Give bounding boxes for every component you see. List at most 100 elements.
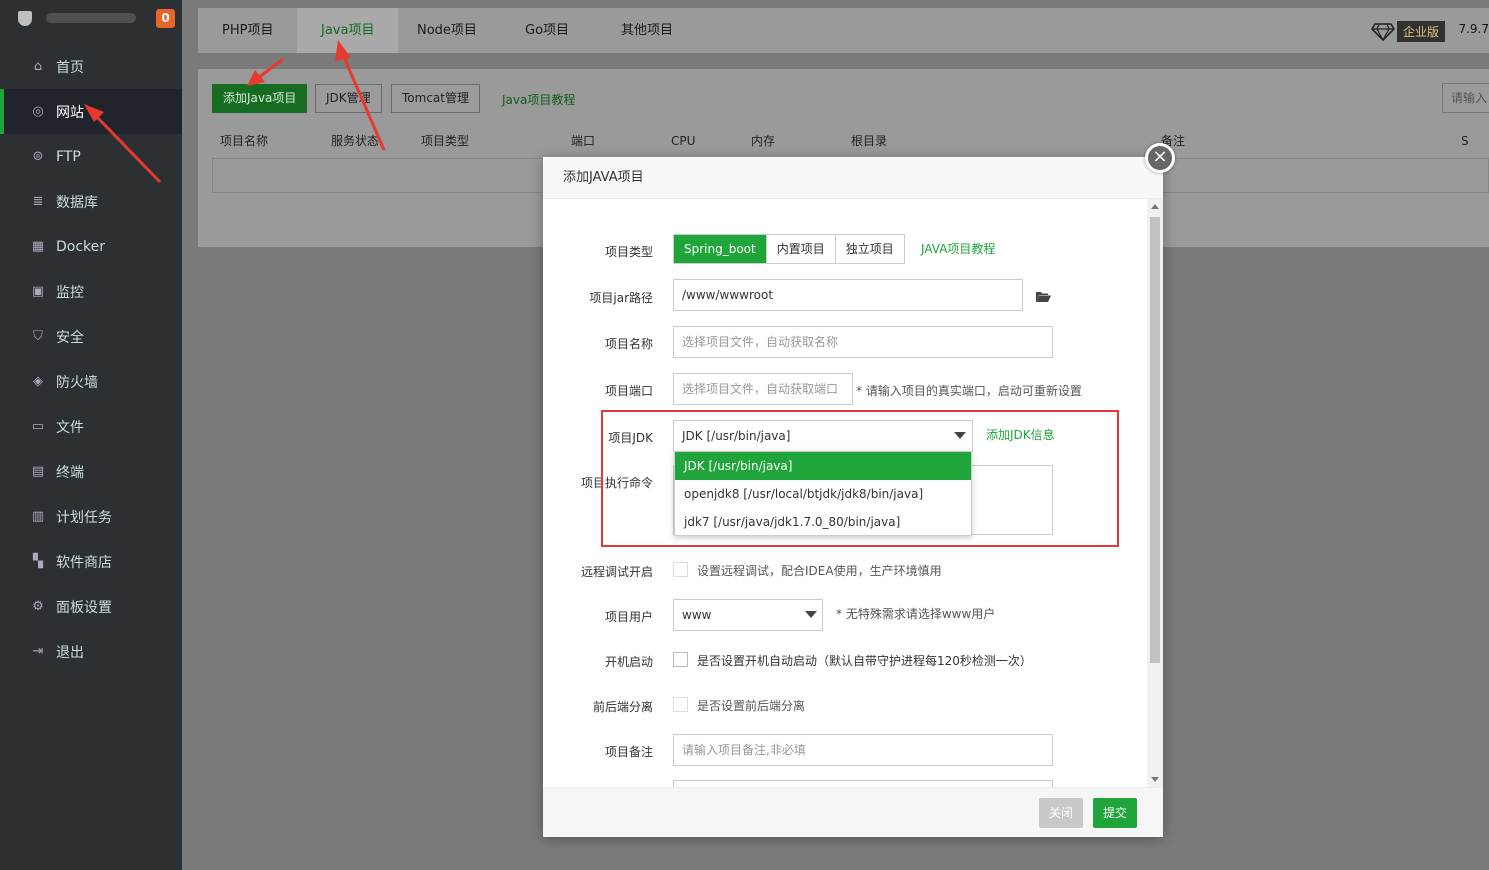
col-status[interactable]: 服务状态 (331, 124, 421, 159)
jar-path-input[interactable]: /www/wwwroot (673, 279, 1023, 311)
scroll-up-icon[interactable] (1151, 204, 1159, 209)
shield-check-icon: ⛉ (33, 329, 43, 344)
sidebar-item-security[interactable]: ⛉ 安全 (0, 314, 182, 359)
autostart-checkbox[interactable] (673, 652, 688, 667)
separate-checkbox[interactable] (673, 697, 688, 712)
folder-open-icon[interactable] (1036, 291, 1051, 302)
port-hint: * 请输入项目的真实端口，启动可重新设置 (856, 384, 1082, 398)
col-s: S (1461, 124, 1489, 159)
firewall-icon: ◈ (33, 374, 43, 389)
server-brand: 0 (0, 0, 182, 36)
sidebar-item-ftp[interactable]: ⊜ FTP (0, 134, 182, 179)
autostart-hint: 是否设置开机自动启动（默认自带守护进程每120秒检测一次） (697, 654, 1032, 668)
add-jdk-link[interactable]: 添加JDK信息 (986, 426, 1055, 443)
separate-hint: 是否设置前后端分离 (697, 699, 806, 713)
sidebar-item-terminal[interactable]: ▤ 终端 (0, 449, 182, 494)
close-icon[interactable]: × (1145, 143, 1175, 173)
folder-icon: ▭ (31, 419, 45, 434)
edition-label: 企业版 (1396, 21, 1445, 42)
server-ip-blurred (46, 13, 136, 23)
type-builtin[interactable]: 内置项目 (766, 235, 836, 263)
col-port: 端口 (571, 124, 671, 159)
chevron-down-icon[interactable] (954, 432, 966, 439)
chevron-down-icon[interactable] (805, 611, 817, 618)
remote-debug-hint: 设置远程调试，配合IDEA使用，生产环境慎用 (697, 564, 942, 578)
project-name-label: 项目名称 (604, 337, 653, 351)
apps-icon: ▚ (33, 554, 43, 569)
scroll-down-icon[interactable] (1151, 777, 1159, 782)
tab-node[interactable]: Node项目 (393, 8, 501, 53)
remote-debug-label: 远程调试开启 (580, 565, 653, 579)
dialog-title: 添加JAVA项目 (543, 157, 1163, 199)
col-memory: 内存 (751, 124, 851, 159)
sidebar: 0 ⌂ 首页 ◎ 网站 ⊜ FTP ≣ 数据库 ▦ Docker ▣ 监控 ⛉ 安全 ◈ 防火墙… (0, 0, 182, 870)
scroll-thumb[interactable] (1150, 217, 1160, 663)
sidebar-item-monitor[interactable]: ▣ 监控 (0, 269, 182, 314)
java-tutorial-link[interactable]: Java项目教程 (502, 91, 575, 108)
jdk-option[interactable]: jdk7 [/usr/java/jdk1.7.0_80/bin/java] (675, 508, 971, 536)
globe-icon: ◎ (32, 104, 44, 119)
jdk-option[interactable]: openjdk8 [/usr/local/btjdk/jdk8/bin/java… (675, 480, 971, 508)
dialog-footer: 关闭 提交 (543, 787, 1163, 837)
next-field-input[interactable] (673, 780, 1053, 787)
project-port-input[interactable]: 选择项目文件，自动获取端口 (673, 373, 853, 405)
java-project-tutorial-link[interactable]: JAVA项目教程 (921, 240, 995, 257)
sidebar-item-database[interactable]: ≣ 数据库 (0, 179, 182, 224)
project-tabs-bar: PHP项目 Java项目 Node项目 Go项目 其他项目 企业版 7.9.7 (198, 8, 1489, 53)
diamond-icon (1370, 22, 1395, 41)
notification-badge[interactable]: 0 (156, 9, 175, 28)
jdk-manage-button[interactable]: JDK管理 (315, 84, 382, 113)
col-cpu: CPU (671, 124, 751, 159)
sidebar-item-files[interactable]: ▭ 文件 (0, 404, 182, 449)
tab-other[interactable]: 其他项目 (597, 8, 697, 53)
remark-input[interactable]: 请输入项目备注,非必填 (673, 734, 1053, 766)
separate-label: 前后端分离 (592, 700, 653, 714)
close-button[interactable]: 关闭 (1039, 798, 1084, 828)
sidebar-item-docker[interactable]: ▦ Docker (0, 224, 182, 269)
tomcat-manage-button[interactable]: Tomcat管理 (391, 84, 480, 113)
remark-label: 项目备注 (604, 745, 653, 759)
project-port-label: 项目端口 (604, 384, 653, 398)
terminal-icon: ▤ (31, 464, 45, 479)
remote-debug-checkbox[interactable] (673, 562, 688, 577)
add-java-project-button[interactable]: 添加Java项目 (212, 84, 308, 113)
sidebar-item-cron[interactable]: ▥ 计划任务 (0, 494, 182, 539)
jdk-option[interactable]: JDK [/usr/bin/java] (675, 452, 971, 480)
enterprise-badge[interactable]: 企业版 (1370, 21, 1445, 42)
server-shield-icon (18, 10, 32, 26)
project-type-selector: Spring_boot 内置项目 独立项目 (673, 234, 905, 264)
submit-button[interactable]: 提交 (1093, 798, 1138, 828)
dialog-scrollbar[interactable] (1147, 199, 1163, 787)
project-user-label: 项目用户 (604, 610, 653, 624)
tab-go[interactable]: Go项目 (501, 8, 593, 53)
sidebar-item-home[interactable]: ⌂ 首页 (0, 44, 182, 89)
col-remark: 备注 (1161, 124, 1461, 159)
version-label: 7.9.7 (1458, 22, 1489, 36)
database-icon: ≣ (32, 194, 44, 209)
sidebar-item-website[interactable]: ◎ 网站 (0, 89, 182, 134)
autostart-label: 开机启动 (604, 655, 653, 669)
type-spring-boot[interactable]: Spring_boot (674, 235, 767, 263)
project-table: 项目名称 服务状态 项目类型 端口 CPU 内存 根目录 备注 S (212, 124, 1489, 159)
home-icon: ⌂ (33, 59, 43, 74)
type-standalone[interactable]: 独立项目 (835, 235, 904, 263)
search-input[interactable]: 请输入 (1442, 83, 1489, 113)
tab-java[interactable]: Java项目 (297, 8, 399, 53)
exec-command-label: 项目执行命令 (580, 476, 653, 490)
jdk-select[interactable]: JDK [/usr/bin/java] (673, 420, 973, 452)
project-user-select[interactable]: www (673, 599, 823, 631)
sidebar-item-firewall[interactable]: ◈ 防火墙 (0, 359, 182, 404)
project-jdk-label: 项目JDK (608, 431, 653, 445)
project-name-input[interactable]: 选择项目文件，自动获取名称 (673, 326, 1053, 358)
project-user-hint: * 无特殊需求请选择www用户 (836, 607, 996, 621)
gear-icon: ⚙ (32, 599, 44, 614)
sidebar-item-settings[interactable]: ⚙ 面板设置 (0, 584, 182, 629)
tab-php[interactable]: PHP项目 (198, 8, 297, 53)
sidebar-item-logout[interactable]: ⇥ 退出 (0, 629, 182, 674)
col-name[interactable]: 项目名称 (212, 124, 331, 159)
sidebar-nav: ⌂ 首页 ◎ 网站 ⊜ FTP ≣ 数据库 ▦ Docker ▣ 监控 ⛉ 安全 ◈ 防火墙 ▭… (0, 44, 182, 674)
col-root: 根目录 (851, 124, 1161, 159)
ftp-icon: ⊜ (32, 149, 44, 164)
jdk-dropdown-menu: JDK [/usr/bin/java] openjdk8 [/usr/local… (674, 451, 972, 536)
sidebar-item-store[interactable]: ▚ 软件商店 (0, 539, 182, 584)
